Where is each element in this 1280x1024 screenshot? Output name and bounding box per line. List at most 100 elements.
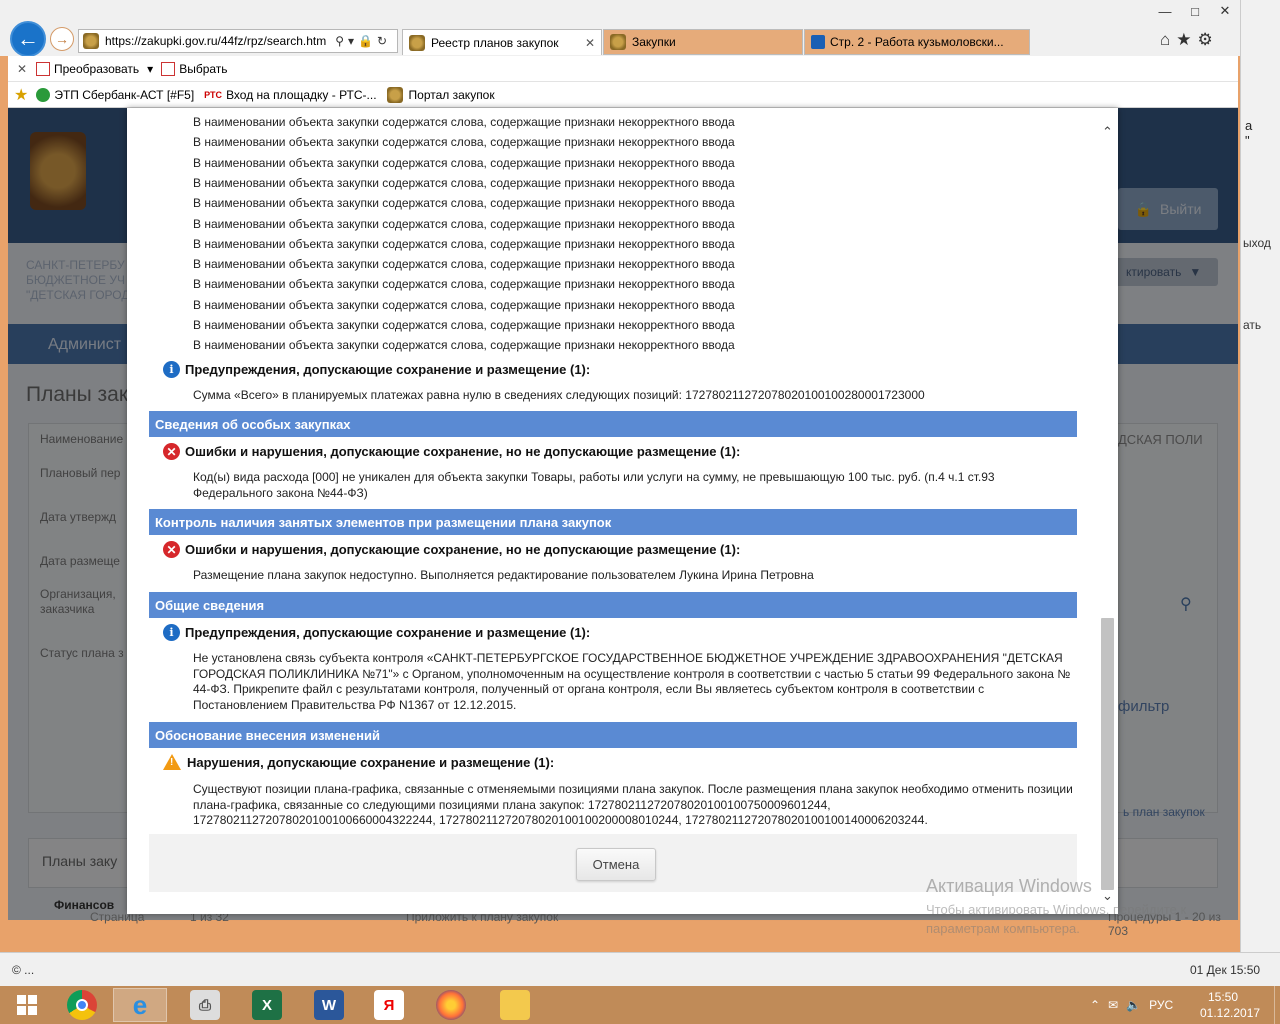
tab-registry[interactable]: Реестр планов закупок ✕ — [402, 29, 602, 55]
sberbank-icon — [36, 87, 51, 102]
favorites-star-icon[interactable]: ★ — [14, 85, 28, 105]
message-text: Не установлена связь субъекта контроля «… — [193, 651, 1071, 712]
taskbar-word[interactable]: W — [302, 988, 356, 1022]
address-tools-icon[interactable]: ⚲▾🔒↻ — [335, 34, 397, 48]
error-line: В наименовании объекта закупки содержатс… — [193, 135, 735, 150]
favorites-bar: ★ ЭТП Сбербанк-АСТ [#F5] РТС Вход на пло… — [8, 82, 1238, 108]
start-button[interactable] — [0, 988, 54, 1022]
taskbar-ie[interactable]: e — [113, 988, 167, 1022]
taskbar-explorer[interactable] — [488, 988, 542, 1022]
error-line: В наименовании объекта закупки содержатс… — [193, 318, 735, 332]
error-line: В наименовании объекта закупки содержатс… — [193, 277, 735, 292]
error-line: В наименовании объекта закупки содержатс… — [193, 236, 735, 251]
minimize-icon[interactable]: — — [1150, 0, 1180, 22]
chevron-down-icon[interactable]: ▾ — [147, 62, 153, 76]
tab-label: Стр. 2 - Работа кузьмоловски... — [830, 35, 1004, 49]
emblem-icon — [386, 86, 403, 103]
section-header: Общие сведения — [149, 592, 1077, 618]
error-line: В наименовании объекта закупки содержатс… — [193, 338, 735, 353]
language-indicator[interactable]: РУС — [1149, 998, 1173, 1012]
show-desktop-button[interactable] — [1274, 986, 1280, 1024]
rts-icon: РТС — [204, 89, 223, 100]
chevron-up-icon[interactable]: ⌃ — [1099, 124, 1116, 140]
error-line: В наименовании объекта закупки содержатс… — [193, 297, 735, 312]
favorite-portal[interactable]: Портал закупок — [386, 86, 495, 103]
window-controls: — □ ✕ — [1150, 0, 1240, 22]
message-text: Существуют позиции плана-графика, связан… — [193, 782, 1073, 827]
error-group-title: ✕ Ошибки и нарушения, допускающие сохран… — [163, 443, 740, 460]
taskbar-chrome[interactable] — [55, 988, 109, 1022]
warning-group-title: i Предупреждения, допускающие сохранение… — [163, 361, 590, 378]
yandex-icon: Я — [374, 990, 404, 1020]
info-icon: i — [163, 624, 180, 641]
search-favicon-icon — [811, 35, 825, 49]
message-text: Размещение плана закупок недоступно. Вып… — [193, 568, 814, 582]
chrome-icon — [67, 990, 97, 1020]
side-logout: ыход — [1243, 236, 1271, 250]
info-icon: i — [163, 361, 180, 378]
taskbar-printer[interactable]: ⎙ — [178, 988, 232, 1022]
printer-icon: ⎙ — [190, 990, 220, 1020]
validation-dialog: В наименовании объекта закупки содержатс… — [127, 108, 1118, 914]
back-button[interactable]: ← — [10, 21, 46, 57]
scrollbar-thumb[interactable] — [1101, 618, 1114, 890]
warning-icon: ! — [163, 754, 181, 770]
dialog-content[interactable]: В наименовании объекта закупки содержатс… — [127, 108, 1097, 914]
pdf-icon — [36, 61, 50, 76]
message-text: Код(ы) вида расхода [000] не уникален дл… — [193, 470, 995, 500]
side-text: а " — [1245, 118, 1253, 148]
favorite-sberbank[interactable]: ЭТП Сбербанк-АСТ [#F5] — [36, 87, 195, 102]
close-tab-icon[interactable]: ✕ — [585, 36, 601, 50]
error-icon: ✕ — [163, 541, 180, 558]
activation-watermark-title: Активация Windows — [926, 876, 1092, 896]
section-header: Обоснование внесения изменений — [149, 722, 1077, 748]
chevron-up-icon[interactable]: ⌃ — [1090, 998, 1100, 1012]
clock[interactable]: 15:50 01.12.2017 — [1200, 989, 1260, 1021]
favorites-star-icon[interactable]: ★ — [1176, 30, 1197, 49]
site-favicon-icon — [610, 34, 626, 50]
firefox-icon — [436, 990, 466, 1020]
error-line: В наименовании объекта закупки содержатс… — [193, 257, 735, 272]
error-line: В наименовании объекта закупки содержатс… — [193, 175, 735, 190]
tab-purchases[interactable]: Закупки — [603, 29, 803, 55]
side-window: а " ыход ать — [1240, 0, 1280, 952]
arrow-right-icon: → — [55, 31, 69, 47]
taskbar-excel[interactable]: X — [240, 988, 294, 1022]
site-favicon-icon — [83, 33, 99, 49]
error-line: В наименовании объекта закупки содержатс… — [193, 196, 735, 211]
close-window-icon[interactable]: ✕ — [1210, 0, 1240, 22]
section-header: Сведения об особых закупках — [149, 411, 1077, 437]
tab-work[interactable]: Стр. 2 - Работа кузьмоловски... — [804, 29, 1030, 55]
status-datetime: 01 Дек 15:50 — [1190, 963, 1261, 977]
command-bar: ✕ Преобразовать ▾ Выбрать — [8, 56, 1238, 82]
address-url: https://zakupki.gov.ru/44fz/rpz/search.h… — [105, 34, 327, 48]
select-button[interactable]: Выбрать — [179, 62, 227, 76]
taskbar-firefox[interactable] — [424, 988, 478, 1022]
favorite-label: ЭТП Сбербанк-АСТ [#F5] — [54, 87, 195, 102]
convert-button[interactable]: Преобразовать — [54, 62, 139, 76]
gear-icon[interactable]: ⚙ — [1198, 30, 1219, 49]
error-group-title: ✕ Ошибки и нарушения, допускающие сохран… — [163, 541, 740, 558]
forward-button[interactable]: → — [50, 27, 74, 51]
error-line: В наименовании объекта закупки содержатс… — [193, 155, 735, 170]
status-left: © ... — [12, 963, 35, 977]
excel-icon: X — [252, 990, 282, 1020]
error-line: В наименовании объекта закупки содержатс… — [193, 216, 735, 231]
dialog-scrollbar[interactable]: ⌃ ⌄ — [1099, 120, 1116, 910]
network-icon[interactable]: ✉ — [1108, 998, 1118, 1012]
maximize-icon[interactable]: □ — [1180, 0, 1210, 22]
tab-label: Реестр планов закупок — [431, 35, 559, 50]
favorite-rts[interactable]: РТС Вход на площадку - РТС-... — [204, 88, 376, 102]
close-bar-icon[interactable]: ✕ — [8, 62, 36, 76]
volume-icon[interactable]: 🔈 — [1126, 998, 1141, 1012]
arrow-left-icon: ← — [17, 26, 39, 51]
side-text: ать — [1243, 318, 1262, 332]
windows-icon — [17, 995, 37, 1015]
taskbar-yandex[interactable]: Я — [362, 988, 416, 1022]
cancel-button[interactable]: Отмена — [576, 848, 656, 881]
favorite-label: Вход на площадку - РТС-... — [226, 87, 377, 102]
browser-titlebar: ← → https://zakupki.gov.ru/44fz/rpz/sear… — [0, 0, 1240, 57]
error-icon: ✕ — [163, 443, 180, 460]
address-bar[interactable]: https://zakupki.gov.ru/44fz/rpz/search.h… — [78, 29, 398, 53]
home-icon[interactable]: ⌂ — [1160, 30, 1176, 49]
